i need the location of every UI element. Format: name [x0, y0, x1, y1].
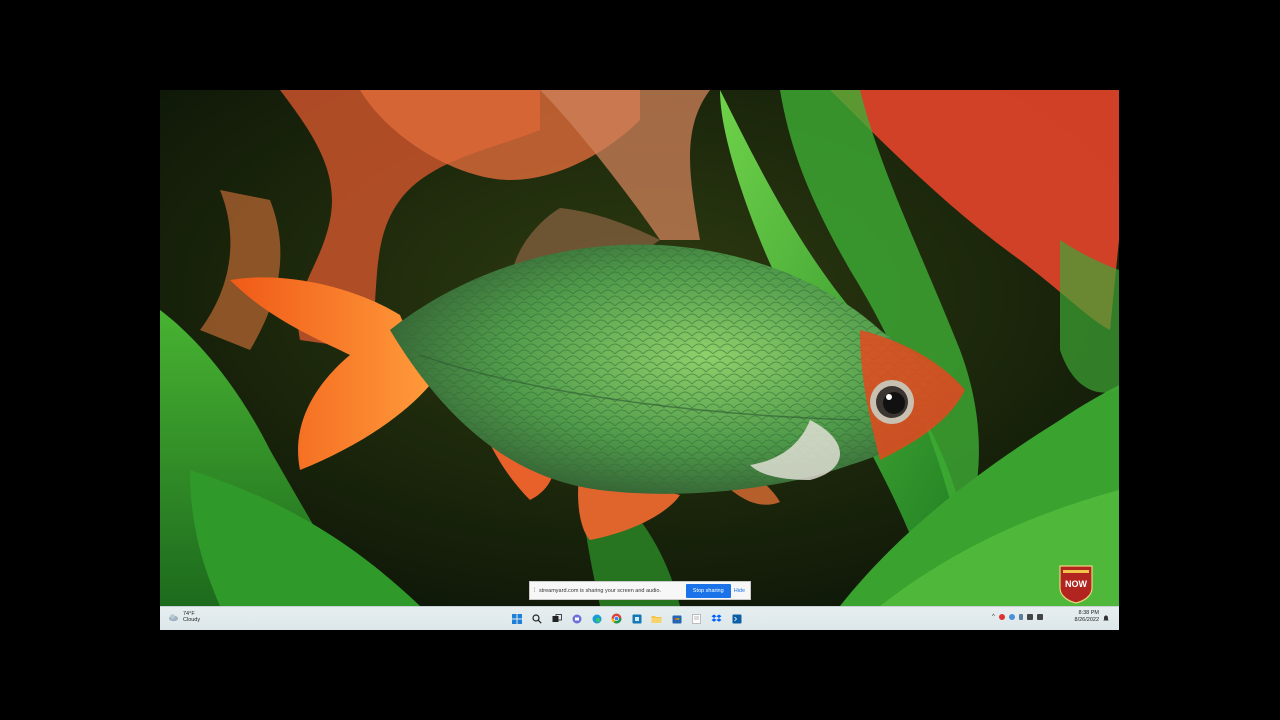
badge-label: NOW	[1065, 579, 1087, 589]
sticky-notes-icon[interactable]	[630, 612, 643, 625]
microphone-icon[interactable]	[1018, 614, 1023, 620]
tray-cloud-icon[interactable]	[1008, 614, 1015, 620]
chrome-icon[interactable]	[610, 612, 623, 625]
taskbar-apps	[510, 612, 743, 625]
task-view-icon[interactable]	[550, 612, 563, 625]
store-icon[interactable]	[670, 612, 683, 625]
weather-condition: Cloudy	[183, 617, 201, 623]
windows-start-icon[interactable]	[510, 612, 523, 625]
tray-app-icon[interactable]	[998, 614, 1005, 620]
system-tray: ^	[992, 614, 1043, 620]
chevron-up-icon[interactable]: ^	[992, 614, 995, 620]
volume-icon[interactable]	[1036, 614, 1043, 620]
desktop-screen: NOW ⁞ streamyard.com is sharing your scr…	[160, 90, 1119, 630]
hide-button[interactable]: Hide	[734, 588, 750, 594]
channel-badge: NOW	[1058, 564, 1094, 604]
document-icon[interactable]	[690, 612, 703, 625]
file-explorer-icon[interactable]	[650, 612, 663, 625]
notification-bell-icon[interactable]	[1103, 615, 1109, 622]
clock-time: 8:38 PM	[1078, 610, 1099, 616]
windows-terminal-icon[interactable]	[730, 612, 743, 625]
clock[interactable]: 8:38 PM 8/26/2022	[1065, 610, 1099, 624]
share-message: streamyard.com is sharing your screen an…	[539, 587, 661, 594]
stop-sharing-button[interactable]: Stop sharing	[685, 583, 731, 598]
cloud-icon	[168, 613, 179, 621]
weather-widget[interactable]: 74°F Cloudy	[168, 611, 200, 623]
search-icon[interactable]	[530, 612, 543, 625]
drag-handle-icon[interactable]: ⁞	[530, 588, 539, 594]
wifi-icon[interactable]	[1026, 614, 1033, 620]
fish-wallpaper	[160, 90, 1119, 606]
edge-icon[interactable]	[590, 612, 603, 625]
taskbar: 74°F Cloudy ^ 8:38 PM 8/26/2022	[160, 606, 1119, 630]
clock-date: 8/26/2022	[1074, 617, 1099, 623]
chat-icon[interactable]	[570, 612, 583, 625]
dropbox-icon[interactable]	[710, 612, 723, 625]
screen-share-notice: ⁞ streamyard.com is sharing your screen …	[529, 581, 751, 600]
